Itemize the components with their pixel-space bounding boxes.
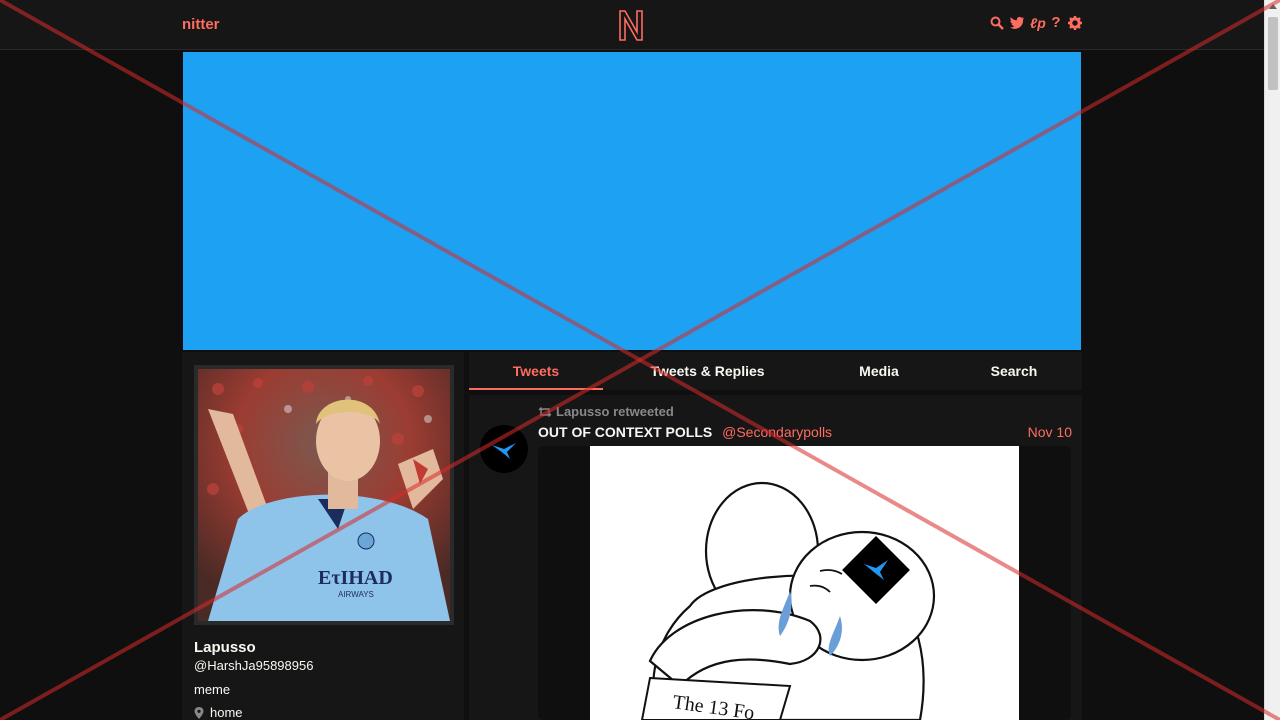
secondarypolls-logo-icon <box>492 443 516 459</box>
scroll-up-arrow-icon[interactable] <box>1269 4 1277 9</box>
retweet-header: Lapusso retweeted <box>538 404 674 419</box>
meme-illustration: The 13 Fo <box>640 481 936 720</box>
nitter-logo-icon[interactable] <box>617 8 645 42</box>
tweet-media[interactable]: The 13 Fo <box>538 446 1071 720</box>
profile-handle[interactable]: @HarshJa95898956 <box>194 658 313 673</box>
nitter-home-link[interactable]: nitter <box>182 16 220 33</box>
tweet-header: OUT OF CONTEXT POLLS @Secondarypolls Nov… <box>538 424 1072 440</box>
tab-tweets[interactable]: Tweets <box>469 352 603 390</box>
avatar-photo: EτIHAD AIRWAYS <box>198 369 450 621</box>
navbar: nitter ℓp ? <box>0 0 1264 50</box>
twitter-bird-icon[interactable] <box>1009 16 1025 30</box>
profile-bio: meme <box>194 682 231 697</box>
location-pin-icon <box>194 706 204 719</box>
svg-text:EτIHAD: EτIHAD <box>318 567 393 589</box>
tweet-date[interactable]: Nov 10 <box>1028 424 1072 440</box>
profile-card: EτIHAD AIRWAYS Lapusso @HarshJa95898956 … <box>182 352 464 720</box>
retweet-text: Lapusso retweeted <box>556 404 674 419</box>
search-icon[interactable] <box>990 16 1004 30</box>
tab-search[interactable]: Search <box>969 352 1059 390</box>
tweet-username[interactable]: @Secondarypolls <box>722 424 832 440</box>
tweet-author-avatar[interactable] <box>480 425 528 473</box>
profile-location-text: home <box>210 705 243 720</box>
tweet-fullname[interactable]: OUT OF CONTEXT POLLS <box>538 424 712 440</box>
lp-icon[interactable]: ℓp <box>1030 15 1046 31</box>
profile-name[interactable]: Lapusso <box>194 639 256 656</box>
profile-banner[interactable] <box>182 51 1082 351</box>
svg-text:AIRWAYS: AIRWAYS <box>338 590 374 599</box>
gear-icon[interactable] <box>1068 16 1082 30</box>
page-scrollbar[interactable] <box>1264 0 1280 720</box>
timeline: Lapusso retweeted OUT OF CONTEXT POLLS @… <box>469 395 1082 720</box>
tweet-image[interactable]: The 13 Fo <box>590 446 1019 720</box>
retweet-icon <box>538 406 552 417</box>
scroll-thumb[interactable] <box>1268 17 1278 90</box>
avatar[interactable]: EτIHAD AIRWAYS <box>194 365 454 625</box>
help-icon[interactable]: ? <box>1049 15 1063 31</box>
tab-media[interactable]: Media <box>834 352 924 390</box>
profile-location: home <box>194 705 243 720</box>
profile-tabs: Tweets Tweets & Replies Media Search <box>469 352 1082 390</box>
nav-icon-bar: ℓp ? <box>990 15 1082 31</box>
tab-tweets-replies[interactable]: Tweets & Replies <box>635 352 780 390</box>
